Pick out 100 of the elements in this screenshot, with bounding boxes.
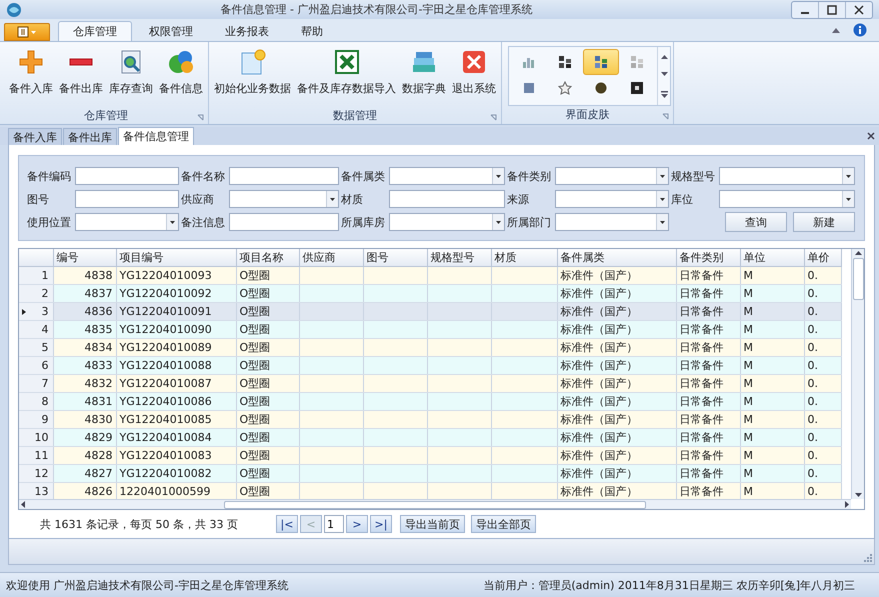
dropdown-field[interactable] xyxy=(389,213,505,231)
input-field[interactable] xyxy=(75,190,179,208)
ribbon-button[interactable]: 备件出库 xyxy=(56,46,106,97)
table-cell: 日常备件 xyxy=(680,286,724,300)
column-header[interactable]: 项目名称 xyxy=(236,249,299,266)
input-field[interactable] xyxy=(75,167,179,185)
ribbon-tab[interactable]: 权限管理 xyxy=(134,21,208,41)
launcher-icon[interactable] xyxy=(490,114,497,121)
dropdown-field[interactable] xyxy=(719,190,855,208)
ribbon-button[interactable]: 备件信息 xyxy=(156,46,206,97)
column-header[interactable]: 单价 xyxy=(804,249,841,266)
column-header[interactable]: 单位 xyxy=(740,249,804,266)
table-row[interactable]: 4 4835 YG12204010090 O型圈 标准件（国产） 日常备件 M 0. xyxy=(19,320,841,338)
help-icon[interactable] xyxy=(853,23,867,37)
launcher-icon[interactable] xyxy=(662,113,669,120)
table-cell: 0. xyxy=(808,304,818,318)
collapse-icon[interactable] xyxy=(831,26,841,34)
dropdown-field[interactable] xyxy=(555,213,669,231)
pager-button[interactable]: |< xyxy=(276,515,298,533)
dropdown-field[interactable] xyxy=(75,213,179,231)
table-row[interactable]: 3 4836 YG12204010091 O型圈 标准件（国产） 日常备件 M 0. xyxy=(19,302,841,320)
table-cell: M xyxy=(744,466,753,480)
table-cell: 4834 xyxy=(84,340,112,354)
table-cell: 4831 xyxy=(84,394,112,408)
input-field[interactable] xyxy=(389,190,505,208)
ribbon-button[interactable]: 备件及库存数据导入 xyxy=(294,46,399,97)
export-button[interactable]: 导出全部页 xyxy=(471,515,536,533)
table-cell: M xyxy=(744,304,753,318)
field-label: 规格型号 xyxy=(671,168,716,184)
close-icon[interactable] xyxy=(867,132,875,140)
table-cell: 日常备件 xyxy=(680,412,724,426)
circle-icon xyxy=(594,81,608,95)
table-row[interactable]: 11 4828 YG12204010083 O型圈 标准件（国产） 日常备件 M 0. xyxy=(19,446,841,464)
scroll-thumb[interactable] xyxy=(852,258,864,300)
field-label: 库位 xyxy=(671,192,694,206)
table-cell: 日常备件 xyxy=(680,466,724,480)
dropdown-field[interactable] xyxy=(555,167,669,185)
ribbon-button[interactable]: 退出系统 xyxy=(449,46,499,97)
document-tab[interactable]: 备件入库 xyxy=(8,128,62,145)
field-label: 供应商 xyxy=(181,192,215,206)
form-button[interactable]: 新建 xyxy=(793,212,855,232)
books-icon xyxy=(410,49,438,75)
scroll-left-icon xyxy=(21,501,25,508)
dropdown-field[interactable] xyxy=(719,167,855,185)
pager-button[interactable]: >| xyxy=(370,515,392,533)
pager-button[interactable]: > xyxy=(346,515,368,533)
table-row[interactable]: 8 4831 YG12204010086 O型圈 标准件（国产） 日常备件 M 0. xyxy=(19,392,841,410)
table-cell: O型圈 xyxy=(240,304,270,318)
table-row[interactable]: 1 4838 YG12204010093 O型圈 标准件（国产） 日常备件 M 0. xyxy=(19,266,841,284)
export-button[interactable]: 导出当前页 xyxy=(400,515,465,533)
bar-chart-icon xyxy=(522,55,536,69)
scroll-thumb[interactable] xyxy=(224,500,646,508)
expand-icon[interactable] xyxy=(660,91,668,98)
table-cell: YG12204010088 xyxy=(120,358,212,372)
table-row[interactable]: 9 4830 YG12204010085 O型圈 标准件（国产） 日常备件 M 0. xyxy=(19,410,841,428)
column-header[interactable]: 供应商 xyxy=(299,249,363,266)
page-input[interactable]: 1 xyxy=(324,515,344,533)
ribbon-tab[interactable]: 业务报表 xyxy=(210,21,284,41)
row-number: 12 xyxy=(34,466,48,480)
ribbon-button[interactable]: 备件入库 xyxy=(6,46,56,97)
ribbon-button[interactable]: 库存查询 xyxy=(106,46,156,97)
ribbon-button[interactable]: 初始化业务数据 xyxy=(211,46,294,97)
column-header[interactable]: 编号 xyxy=(53,249,116,266)
input-field[interactable] xyxy=(229,213,339,231)
form-button[interactable]: 查询 xyxy=(725,212,787,232)
column-header[interactable]: 备件类别 xyxy=(676,249,740,266)
table-cell: 4833 xyxy=(84,358,112,372)
table-cell: YG12204010089 xyxy=(120,340,212,354)
column-header[interactable]: 材质 xyxy=(491,249,557,266)
scroll-down-icon[interactable] xyxy=(660,72,668,78)
resize-grip-icon xyxy=(864,554,872,562)
input-field[interactable] xyxy=(229,167,339,185)
field-label: 所属库房 xyxy=(341,214,386,230)
table-row[interactable]: 12 4827 YG12204010082 O型圈 标准件（国产） 日常备件 M 0. xyxy=(19,464,841,482)
ribbon-button[interactable]: 数据字典 xyxy=(399,46,449,97)
table-row[interactable]: 7 4832 YG12204010087 O型圈 标准件（国产） 日常备件 M 0. xyxy=(19,374,841,392)
table-cell: 4826 xyxy=(84,484,112,498)
document-tab[interactable]: 备件出库 xyxy=(63,128,117,145)
app-menu-button[interactable] xyxy=(4,23,50,41)
column-header[interactable]: 项目编号 xyxy=(116,249,236,266)
table-cell: 标准件（国产） xyxy=(560,322,638,336)
scroll-down-icon xyxy=(854,493,862,497)
document-tab[interactable]: 备件信息管理 xyxy=(118,127,194,145)
launcher-icon[interactable] xyxy=(197,114,204,121)
column-header[interactable]: 备件属类 xyxy=(557,249,676,266)
table-row[interactable]: 10 4829 YG12204010084 O型圈 标准件（国产） 日常备件 M 0. xyxy=(19,428,841,446)
vertical-scrollbar[interactable] xyxy=(851,249,864,499)
dropdown-field[interactable] xyxy=(389,167,505,185)
ribbon-tab[interactable]: 帮助 xyxy=(286,21,338,41)
column-header[interactable]: 规格型号 xyxy=(427,249,491,266)
table-row[interactable]: 5 4834 YG12204010089 O型圈 标准件（国产） 日常备件 M 0. xyxy=(19,338,841,356)
table-cell: 日常备件 xyxy=(680,484,724,498)
column-header[interactable]: 图号 xyxy=(363,249,427,266)
dropdown-field[interactable] xyxy=(229,190,339,208)
dropdown-field[interactable] xyxy=(555,190,669,208)
ribbon-tab[interactable]: 仓库管理 xyxy=(58,21,132,41)
table-row[interactable]: 2 4837 YG12204010092 O型圈 标准件（国产） 日常备件 M 0. xyxy=(19,284,841,302)
horizontal-scrollbar[interactable] xyxy=(19,499,851,509)
table-row[interactable]: 6 4833 YG12204010088 O型圈 标准件（国产） 日常备件 M 0. xyxy=(19,356,841,374)
scroll-up-icon[interactable] xyxy=(660,54,668,59)
